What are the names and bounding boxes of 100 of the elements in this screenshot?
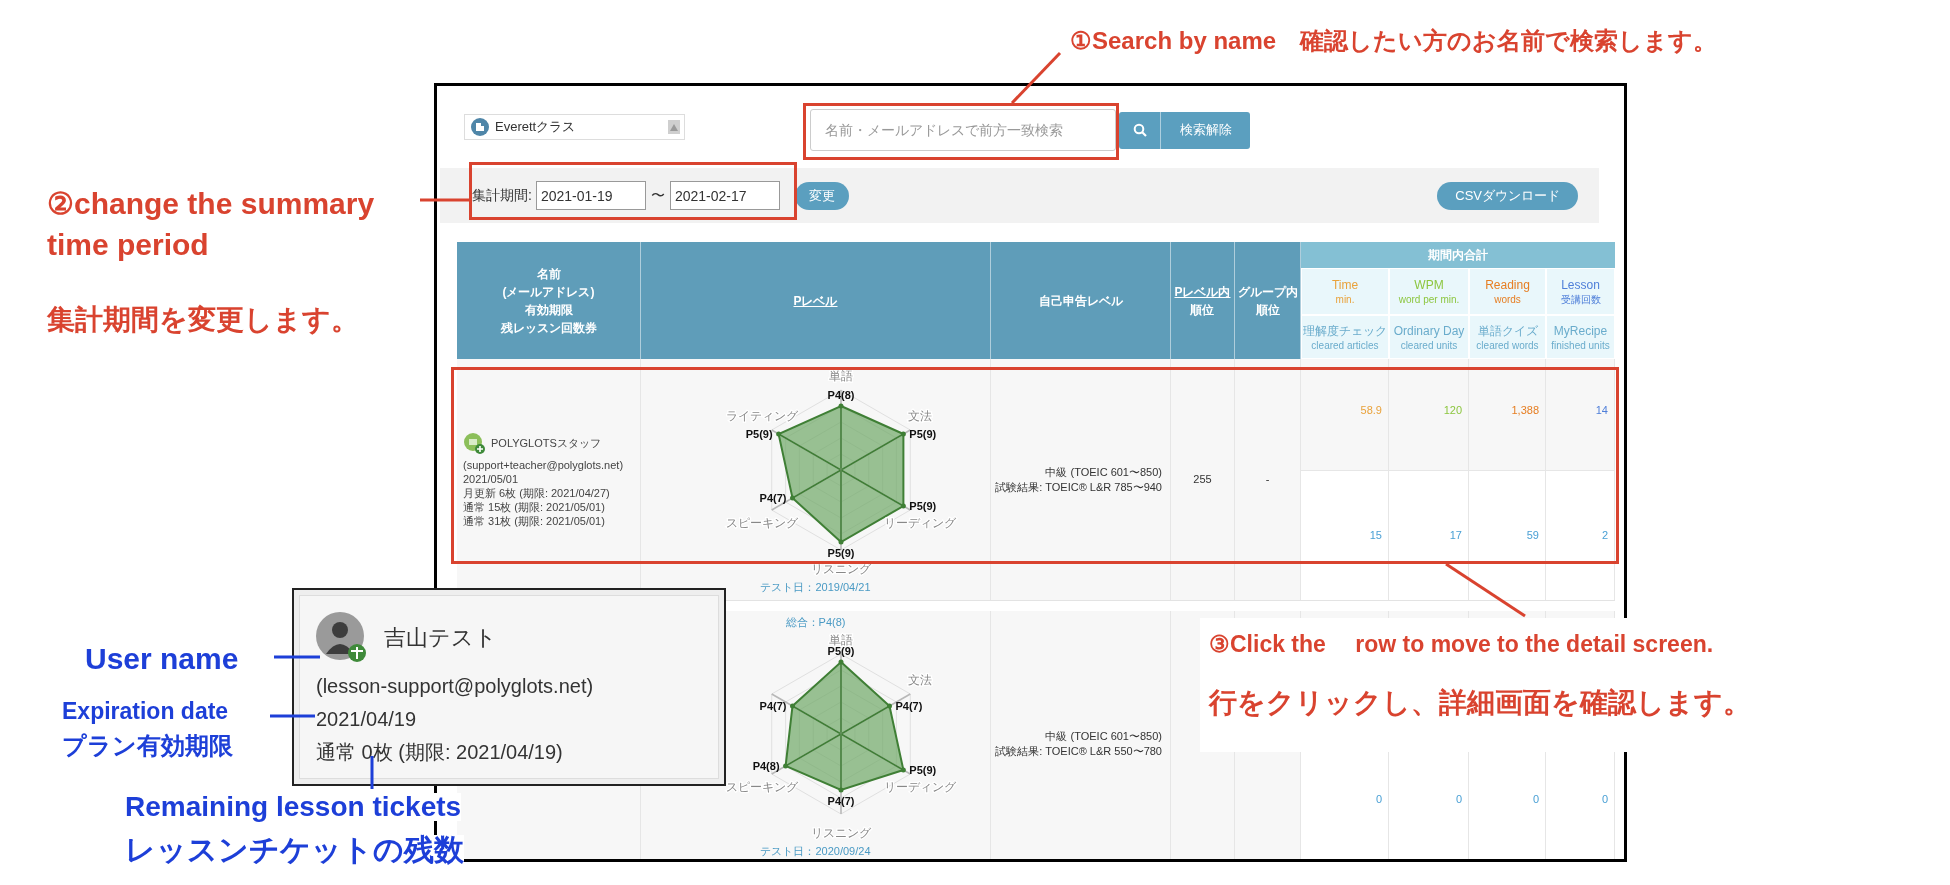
column-unit: min. [1335, 293, 1355, 306]
data-point [887, 703, 892, 709]
self-level-text: 中級 (TOEIC 601〜850) [1045, 464, 1162, 480]
column-label: Time [1331, 277, 1359, 293]
column-header[interactable]: Lesson 受講回数 [1546, 268, 1615, 315]
leader-line [1010, 51, 1062, 105]
column-label: MyRecipe [1553, 322, 1608, 339]
column-header[interactable]: 理解度チェック cleared articles [1301, 315, 1389, 359]
user-detail: 通常 31枚 (期限: 2021/05/01) [463, 513, 606, 528]
stat-value: 1,388 [1511, 403, 1539, 418]
annotation-text: ①Search by name 確認したい方のお名前で検索します。 [1070, 29, 1718, 53]
leader-line [274, 655, 320, 659]
column-header[interactable]: Reading words [1469, 268, 1546, 315]
stat-value: 0 [1532, 792, 1539, 808]
value-label: P5(9) [745, 428, 773, 440]
annotation-text: プラン有効期限 [62, 734, 233, 758]
annotation-text: User name [85, 644, 239, 674]
value-label: P5(9) [909, 500, 937, 512]
table-row[interactable] [457, 359, 1615, 601]
axis-label: スピーキング [725, 780, 798, 794]
apply-button[interactable]: 変更 [794, 181, 849, 210]
column-group-header: 期間内合計 [1301, 242, 1615, 268]
column-header[interactable]: Ordinary Day cleared units [1389, 315, 1469, 359]
range-separator: 〜 [650, 186, 665, 205]
search-button[interactable] [1119, 111, 1160, 149]
value-label: P5(9) [909, 764, 937, 776]
annotation-text: 集計期間を変更します。 [47, 306, 359, 334]
value-label: P4(7) [827, 795, 855, 807]
column-header[interactable]: WPM word per min. [1389, 268, 1469, 315]
test-date: テスト日：2020/09/24 [759, 844, 872, 858]
value-label: P4(8) [752, 760, 780, 772]
leader-line [420, 198, 469, 202]
axis-label: リーディング [884, 516, 957, 530]
expiration-date: 2021/04/19 [316, 707, 418, 732]
stat-value: 120 [1443, 403, 1462, 418]
user-detail: (support+teacher@polyglots.net) [463, 457, 625, 472]
column-unit: cleared words [1476, 338, 1539, 352]
date-field[interactable]: 2021-02-17 [669, 181, 780, 210]
search-field[interactable]: 名前・メールアドレスで前方一致検索 [810, 109, 1116, 151]
class-icon [471, 118, 489, 136]
stat-value: 58.9 [1360, 403, 1382, 418]
data-point [776, 431, 782, 437]
csv-download-button[interactable]: CSVダウンロード [1437, 181, 1578, 210]
period-label: 集計期間: [472, 186, 532, 205]
self-level-text: 試験結果: TOEIC® L&R 550〜780 [995, 743, 1162, 759]
group-rank: - [1265, 472, 1270, 488]
data-point [790, 703, 795, 709]
axis-label: リスニング [811, 562, 871, 576]
rank-value: 255 [1193, 472, 1212, 488]
class-select[interactable]: Everettクラス [464, 114, 685, 140]
axis-label: リスニング [811, 826, 871, 840]
value-label: P4(7) [759, 492, 787, 504]
column-unit: word per min. [1398, 293, 1460, 306]
column-unit: words [1494, 293, 1521, 306]
axis-label: スピーキング [725, 516, 798, 530]
value-label: P4(7) [759, 700, 787, 712]
annotation-text: ②change the summary time period [47, 186, 375, 263]
user-detail: 通常 15枚 (期限: 2021/05/01) [463, 499, 606, 514]
value-label: P5(9) [909, 428, 937, 440]
annotation-text: Expiration date [62, 700, 229, 723]
column-label: 単語クイズ [1477, 322, 1538, 339]
stat-value: 0 [1375, 792, 1382, 808]
stat-value: 0 [1601, 792, 1608, 808]
annotation-text: Remaining lesson tickets [125, 793, 462, 821]
column-label: 理解度チェック [1303, 322, 1387, 339]
column-header[interactable]: 自己申告レベル [1038, 291, 1123, 310]
data-point [838, 539, 844, 545]
axis-label: 文法 [908, 673, 933, 687]
axis-label: 文法 [908, 409, 933, 423]
stat-value: 15 [1369, 528, 1382, 544]
annotation-text: レッスンチケットの残数 [125, 835, 464, 865]
stat-value: 0 [1455, 792, 1462, 808]
value-label: P5(9) [827, 547, 855, 559]
value-label: P4(7) [895, 700, 923, 712]
stat-value: 14 [1595, 403, 1608, 418]
column-label: Ordinary Day [1393, 322, 1465, 339]
axis-label: ライティング [725, 409, 798, 423]
column-header[interactable]: Pレベル [793, 291, 838, 310]
data-point [838, 659, 844, 665]
value-label: P4(8) [827, 389, 855, 401]
search-icon [1132, 123, 1147, 137]
column-unit: 受講回数 [1560, 293, 1601, 306]
user-name: POLYGLOTSスタッフ [491, 435, 601, 450]
stat-value: 17 [1449, 528, 1462, 544]
data-point [900, 767, 906, 773]
column-unit: cleared units [1400, 338, 1458, 352]
leader-line [270, 714, 315, 718]
data-point [783, 763, 789, 769]
column-unit: finished units [1551, 338, 1610, 352]
column-header[interactable]: 単語クイズ cleared words [1469, 315, 1546, 359]
self-level-text: 中級 (TOEIC 601〜850) [1045, 728, 1162, 744]
column-header[interactable]: Time min. [1301, 268, 1389, 315]
axis-label: リーディング [884, 780, 957, 794]
user-detail: 月更新 6枚 (期限: 2021/04/27) [463, 485, 611, 500]
data-point [790, 495, 795, 501]
date-field[interactable]: 2021-01-19 [535, 181, 646, 210]
column-header[interactable]: MyRecipe finished units [1546, 315, 1615, 359]
data-point [838, 787, 844, 793]
clear-search-button[interactable]: 検索解除 [1160, 111, 1250, 149]
column-unit: cleared articles [1311, 338, 1379, 352]
